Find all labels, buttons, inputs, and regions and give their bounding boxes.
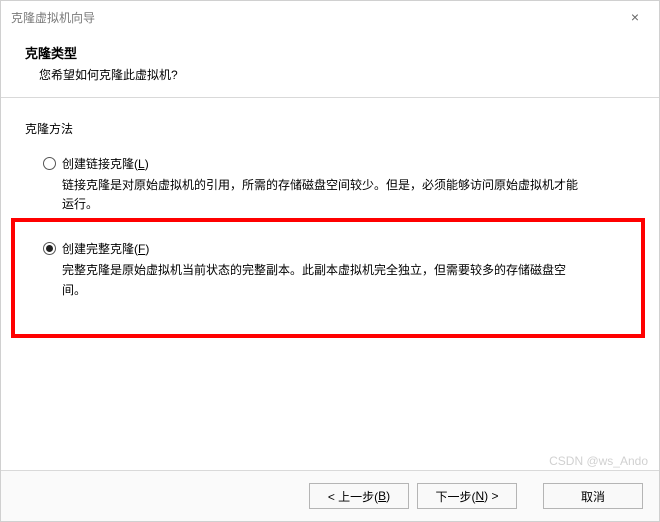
back-button[interactable]: < 上一步(B) — [309, 483, 409, 509]
wizard-body: 克隆方法 创建链接克隆(L) 链接克隆是对原始虚拟机的引用，所需的存储磁盘空间较… — [1, 98, 659, 470]
next-button[interactable]: 下一步(N) > — [417, 483, 517, 509]
option-linked-desc: 链接克隆是对原始虚拟机的引用，所需的存储磁盘空间较少。但是，必须能够访问原始虚拟… — [62, 176, 582, 214]
window-title: 克隆虚拟机向导 — [11, 9, 95, 26]
option-full-desc: 完整克隆是原始虚拟机当前状态的完整副本。此副本虚拟机完全独立，但需要较多的存储磁… — [62, 261, 582, 299]
option-linked-clone[interactable]: 创建链接克隆(L) 链接克隆是对原始虚拟机的引用，所需的存储磁盘空间较少。但是，… — [43, 155, 635, 214]
wizard-header: 克隆类型 您希望如何克隆此虚拟机? — [1, 33, 659, 98]
page-title: 克隆类型 — [25, 43, 635, 62]
option-full-clone[interactable]: 创建完整克隆(F) 完整克隆是原始虚拟机当前状态的完整副本。此副本虚拟机完全独立… — [43, 240, 635, 299]
titlebar: 克隆虚拟机向导 × — [1, 1, 659, 33]
wizard-footer: < 上一步(B) 下一步(N) > 取消 — [1, 470, 659, 521]
option-linked-label: 创建链接克隆(L) — [62, 155, 149, 172]
group-label: 克隆方法 — [25, 120, 635, 137]
cancel-button[interactable]: 取消 — [543, 483, 643, 509]
radio-icon[interactable] — [43, 242, 56, 255]
wizard-window: 克隆虚拟机向导 × 克隆类型 您希望如何克隆此虚拟机? 克隆方法 创建链接克隆(… — [0, 0, 660, 522]
close-icon[interactable]: × — [623, 5, 647, 29]
option-full-label: 创建完整克隆(F) — [62, 240, 149, 257]
page-subtitle: 您希望如何克隆此虚拟机? — [25, 66, 635, 83]
radio-icon[interactable] — [43, 157, 56, 170]
